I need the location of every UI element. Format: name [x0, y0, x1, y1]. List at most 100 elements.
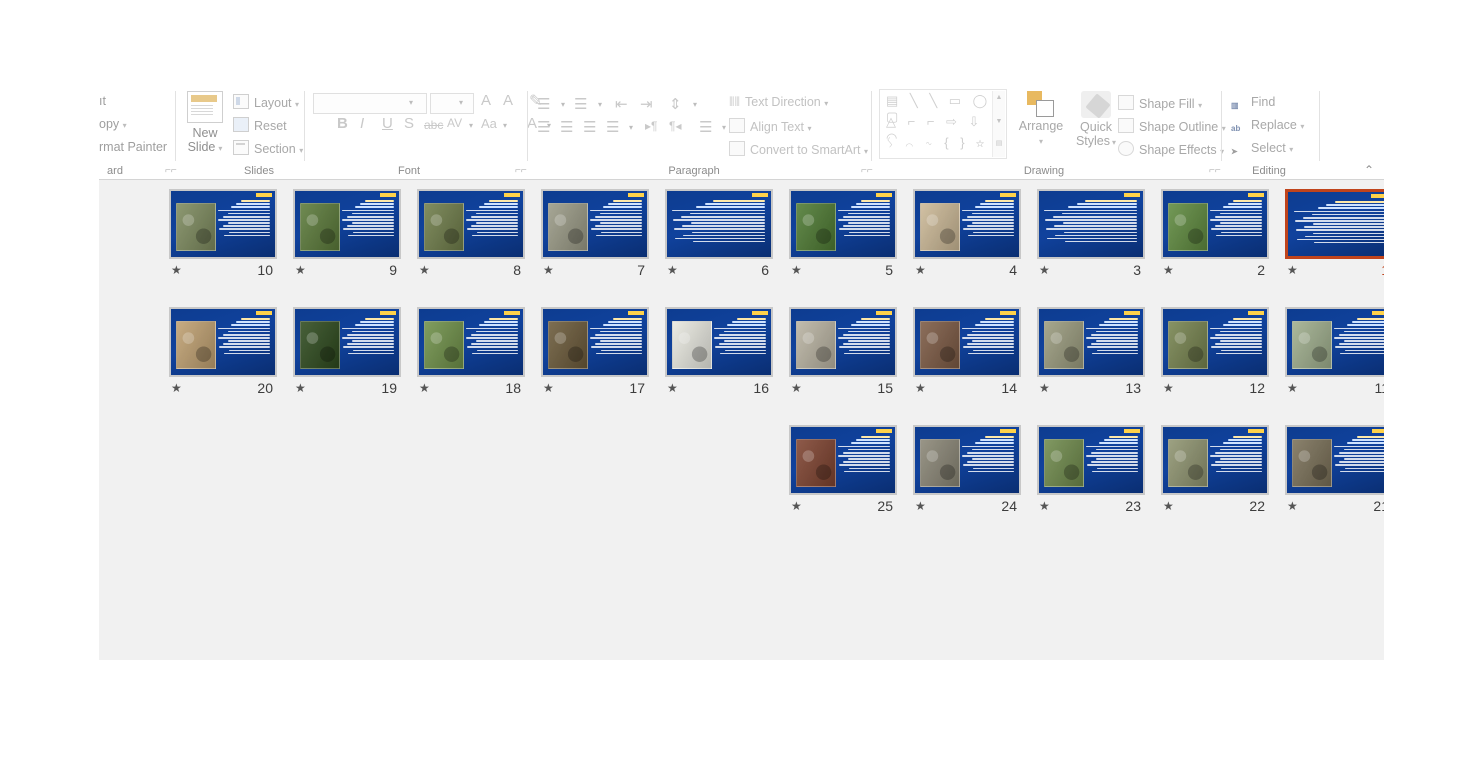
animation-star-icon[interactable]: ★ [419, 377, 430, 399]
animation-star-icon[interactable]: ★ [171, 377, 182, 399]
scroll-down-icon[interactable]: ▼ [993, 118, 1005, 125]
chevron-down-icon[interactable]: ▾ [722, 123, 726, 132]
increase-font-size-button[interactable]: A [481, 92, 491, 109]
slide-preview[interactable] [913, 189, 1021, 259]
animation-star-icon[interactable]: ★ [1163, 495, 1174, 517]
drawing-dialog-launcher[interactable]: ⌐⌐ [1209, 165, 1221, 176]
animation-star-icon[interactable]: ★ [915, 495, 926, 517]
shape-fill-button[interactable]: Shape Fill ▾ [1118, 95, 1202, 111]
slide-preview[interactable] [417, 189, 525, 259]
change-case-button[interactable]: Aa [481, 116, 497, 131]
slide-preview[interactable] [169, 189, 277, 259]
slide-thumbnail[interactable]: ★ 6 [665, 189, 775, 281]
slide-thumbnail[interactable]: ★ 19 [293, 307, 403, 399]
font-size-chevron-icon[interactable]: ▾ [459, 98, 463, 107]
paragraph-dialog-launcher[interactable]: ⌐⌐ [861, 165, 873, 176]
reset-button[interactable]: Reset [233, 117, 287, 133]
format-painter-button[interactable]: rmat Painter [99, 140, 167, 154]
animation-star-icon[interactable]: ★ [171, 259, 182, 281]
shapes-gallery[interactable]: ▤ ╲ ╲ ▭ ◯ ▢ △ ⌐ ⌐ ⇨ ⇩ ◠ ᛊ ⌒ ∿ { } ☆ ▲ ▼ … [879, 89, 1007, 159]
chevron-down-icon[interactable]: ▾ [629, 123, 633, 132]
slide-preview[interactable] [913, 425, 1021, 495]
slide-thumbnail[interactable]: ★1 [1285, 189, 1384, 281]
animation-star-icon[interactable]: ★ [791, 377, 802, 399]
animation-star-icon[interactable]: ★ [667, 377, 678, 399]
slide-preview[interactable] [1161, 307, 1269, 377]
slide-preview[interactable] [1285, 307, 1384, 377]
animation-star-icon[interactable]: ★ [791, 259, 802, 281]
numbering-button[interactable]: ☰ [574, 95, 587, 113]
chevron-down-icon[interactable]: ▾ [693, 100, 697, 109]
chevron-down-icon[interactable]: ▾ [503, 121, 507, 130]
animation-star-icon[interactable]: ★ [419, 259, 430, 281]
decrease-font-size-button[interactable]: A [503, 92, 513, 109]
copy-button[interactable]: opy ▾ [99, 117, 127, 131]
animation-star-icon[interactable]: ★ [543, 377, 554, 399]
animation-star-icon[interactable]: ★ [791, 495, 802, 517]
animation-star-icon[interactable]: ★ [295, 377, 306, 399]
slide-thumbnail[interactable]: ★ 10 [169, 189, 279, 281]
slide-thumbnail[interactable]: ★ 9 [293, 189, 403, 281]
slide-preview[interactable] [1161, 425, 1269, 495]
slide-thumbnail[interactable]: ★ 17 [541, 307, 651, 399]
font-dialog-launcher[interactable]: ⌐⌐ [515, 165, 527, 176]
slide-thumbnail[interactable]: ★ 16 [665, 307, 775, 399]
slide-preview[interactable] [665, 189, 773, 259]
text-shadow-button[interactable]: S [404, 115, 414, 132]
animation-star-icon[interactable]: ★ [1287, 495, 1298, 517]
quick-styles-button[interactable]: Quick Styles ▾ [1071, 89, 1121, 150]
slide-thumbnail[interactable]: ★ 13 [1037, 307, 1147, 399]
slide-thumbnail[interactable]: ★ 23 [1037, 425, 1147, 517]
chevron-down-icon[interactable]: ▾ [561, 100, 565, 109]
slide-preview[interactable] [541, 307, 649, 377]
animation-star-icon[interactable]: ★ [1163, 377, 1174, 399]
section-button[interactable]: Section ▾ [233, 140, 303, 156]
cut-button[interactable]: ıt [99, 94, 106, 108]
align-center-button[interactable]: ☰ [560, 118, 573, 136]
slide-thumbnail[interactable]: ★ 25 [789, 425, 899, 517]
slide-thumbnail[interactable]: ★ 8 [417, 189, 527, 281]
shape-effects-button[interactable]: Shape Effects ▾ [1118, 141, 1224, 157]
slide-preview[interactable] [789, 189, 897, 259]
ltr-text-direction-button[interactable]: ▸¶ [645, 119, 657, 133]
slide-preview[interactable] [1161, 189, 1269, 259]
scroll-up-icon[interactable]: ▲ [993, 94, 1005, 101]
animation-star-icon[interactable]: ★ [295, 259, 306, 281]
slide-thumbnail[interactable]: ★ 4 [913, 189, 1023, 281]
font-name-chevron-icon[interactable]: ▾ [409, 98, 413, 107]
align-left-button[interactable]: ☰ [537, 118, 550, 136]
new-slide-button[interactable]: New Slide ▾ [181, 89, 229, 159]
slide-preview[interactable] [293, 307, 401, 377]
slide-thumbnail[interactable]: ★ 3 [1037, 189, 1147, 281]
animation-star-icon[interactable]: ★ [1039, 495, 1050, 517]
strikethrough-button[interactable]: abc [424, 118, 443, 132]
slide-preview[interactable] [1285, 425, 1384, 495]
animation-star-icon[interactable]: ★ [1039, 377, 1050, 399]
slide-preview[interactable] [293, 189, 401, 259]
chevron-down-icon[interactable]: ▾ [598, 100, 602, 109]
bullets-button[interactable]: ☰ [537, 95, 550, 113]
underline-button[interactable]: U [382, 115, 393, 132]
slide-thumbnail[interactable]: ★ 24 [913, 425, 1023, 517]
slide-thumbnail[interactable]: ★ 2 [1161, 189, 1271, 281]
slide-thumbnail[interactable]: ★ 12 [1161, 307, 1271, 399]
align-text-button[interactable]: Align Text ▾ [729, 118, 811, 134]
slide-thumbnail[interactable]: ★ 20 [169, 307, 279, 399]
slide-preview[interactable] [169, 307, 277, 377]
bold-button[interactable]: B [337, 115, 348, 132]
slide-thumbnail[interactable]: ★ 18 [417, 307, 527, 399]
line-spacing-button[interactable]: ⇕ [669, 95, 682, 113]
slide-thumbnail[interactable]: ★ 14 [913, 307, 1023, 399]
animation-star-icon[interactable]: ★ [1039, 259, 1050, 281]
shapes-gallery-scrollbar[interactable]: ▲ ▼ ▤ [992, 91, 1005, 157]
slide-preview[interactable] [1037, 189, 1145, 259]
clipboard-dialog-launcher[interactable]: ⌐⌐ [165, 165, 177, 176]
slide-thumbnail[interactable]: ★ 7 [541, 189, 651, 281]
layout-button[interactable]: Layout ▾ [233, 94, 299, 110]
slide-thumbnail[interactable]: ★ 15 [789, 307, 899, 399]
animation-star-icon[interactable]: ★ [543, 259, 554, 281]
collapse-ribbon-button[interactable]: ⌃ [1364, 163, 1374, 177]
animation-star-icon[interactable]: ★ [667, 259, 678, 281]
slide-preview[interactable] [665, 307, 773, 377]
align-right-button[interactable]: ☰ [583, 118, 596, 136]
